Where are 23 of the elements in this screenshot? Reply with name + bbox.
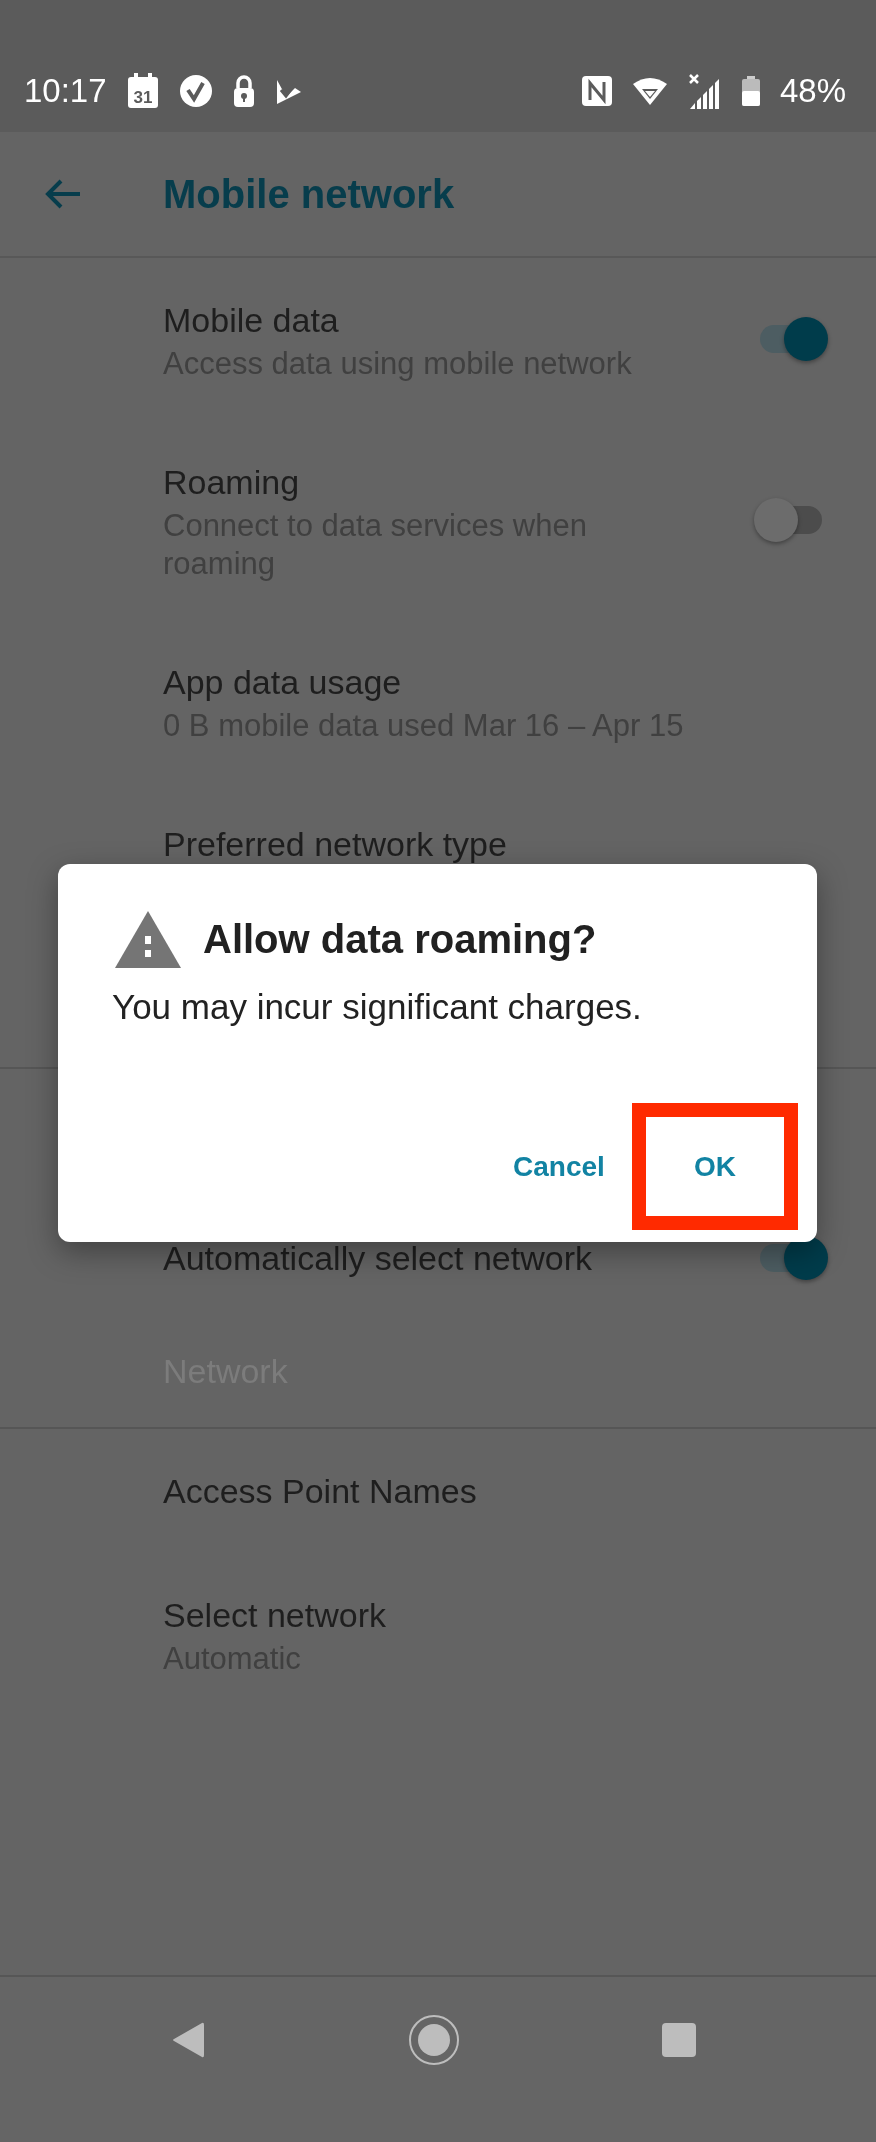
wifi-icon — [631, 76, 668, 106]
setting-title: Access Point Names — [163, 1471, 477, 1512]
check-circle-icon — [178, 74, 213, 108]
clock: 10:17 — [24, 72, 107, 110]
nfc-icon — [581, 76, 612, 106]
signal-icon — [687, 73, 722, 109]
screen-title: Mobile network — [163, 171, 455, 217]
battery-percentage: 48% — [779, 72, 846, 110]
setting-title: Roaming — [163, 462, 300, 503]
square-icon — [661, 2022, 697, 2058]
dialog-title: Allow data roaming? — [203, 916, 597, 963]
dialog-button[interactable]: Cancel — [494, 1126, 624, 1207]
setting-title: Mobile data — [163, 300, 339, 341]
setting-title: Automatically select network — [163, 1238, 592, 1279]
setting-title: App data usage — [163, 662, 402, 703]
battery-icon — [741, 76, 760, 106]
dialog-message: You may incur significant charges. — [112, 986, 643, 1028]
setting-title: Select network — [163, 1595, 386, 1636]
dialog-button[interactable]: OK — [632, 1103, 798, 1230]
lock-icon — [232, 74, 255, 108]
warning-icon — [115, 910, 181, 968]
setting-title: Preferred network type — [163, 824, 507, 865]
triangle-back-icon — [171, 2021, 205, 2059]
